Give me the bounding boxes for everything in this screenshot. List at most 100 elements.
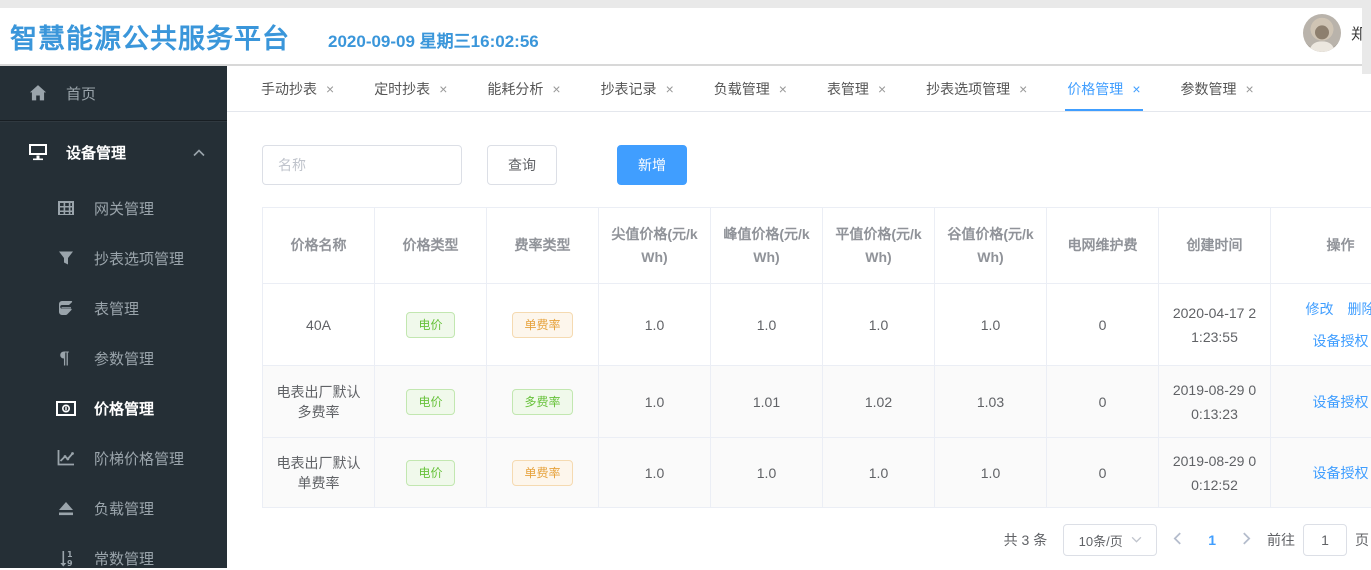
tab-能耗分析[interactable]: 能耗分析 × [467,66,580,111]
cell-created-time: 2020-04-17 21:23:55 [1158,283,1271,366]
tab-label: 手动抄表 [261,80,317,97]
goto-page: 前往 页 [1267,524,1369,556]
price-table: 价格名称 价格类型 费率类型 尖值价格(元/kWh) 峰值价格(元/kWh) 平值价格(元… [262,207,1371,508]
column-header: 尖值价格(元/kWh) [598,207,711,284]
grid-icon [56,198,76,218]
action-link-设备授权[interactable]: 设备授权 [1313,460,1369,486]
tab-手动抄表[interactable]: 手动抄表 × [241,66,354,111]
table-row: 电表出厂默认单费率 电价 单费率 1.0 1.0 1.0 1.0 0 2019-08-29 00… [262,437,1371,508]
tab-label: 负载管理 [713,80,770,97]
app-header: 智慧能源公共服务平台 2020-09-09 星期三16:02:56 郑 [0,8,1371,74]
tab-抄表选项管理[interactable]: 抄表选项管理 × [906,66,1047,111]
action-link-设备授权[interactable]: 设备授权 [1313,389,1369,415]
sidebar-item-label: 阶梯价格管理 [94,450,185,468]
cell-actions: 设备授权 [1270,437,1371,508]
sidebar-item-label: 价格管理 [94,400,155,418]
price-management-panel: 查询 新增 价格名称价格类型费率类型尖值价格(元/kWh)峰值价格(元/kWh)… [227,112,1371,556]
page-size-select[interactable]: 10条/页 [1063,524,1158,556]
cell-flat-price: 1.0 [822,437,935,508]
sidebar-item-home[interactable]: 首页 [0,66,227,121]
tab-close-icon[interactable]: × [878,81,886,97]
tab-close-icon[interactable]: × [1132,81,1140,97]
sort-numeric-icon: 19 [56,548,76,568]
column-header: 价格名称 [262,207,375,284]
column-header: 峰值价格(元/kWh) [710,207,823,284]
tag-电价: 电价 [406,459,455,486]
tab-close-icon[interactable]: × [326,81,334,97]
prev-page-button[interactable] [1173,531,1182,549]
tab-close-icon[interactable]: × [666,81,674,97]
sidebar-item[interactable]: 1 9 常数管理 [0,533,227,568]
query-button[interactable]: 查询 [487,145,557,185]
next-page-button[interactable] [1242,531,1251,549]
tab-负载管理[interactable]: 负载管理 × [694,66,807,111]
tab-label: 价格管理 [1067,80,1124,97]
sidebar-item[interactable]: 阶梯价格管理 [0,433,227,483]
avatar[interactable] [1303,14,1341,52]
column-header: 操作 [1270,207,1371,284]
cell-price-name: 40A [262,283,375,366]
table-header-row: 价格名称 价格类型 费率类型 尖值价格(元/kWh) 峰值价格(元/kWh) 平值价格(元… [262,207,1371,284]
cell-price-name: 电表出厂默认单费率 [262,437,375,508]
cell-peak-price: 1.01 [710,365,823,438]
line-chart-icon [56,448,76,468]
sidebar-item[interactable]: 表管理 [0,283,227,333]
tab-close-icon[interactable]: × [552,81,560,97]
table-row: 40A 电价 单费率 1.0 1.0 1.0 1.0 0 2020-04-17 21:23:55… [262,283,1371,366]
column-header: 创建时间 [1158,207,1271,284]
sidebar-item-label: 首页 [66,85,97,103]
goto-label: 前往 [1267,532,1295,548]
sidebar-item[interactable]: ¶ 参数管理 [0,333,227,383]
cell-flat-price: 1.0 [822,283,935,366]
column-header: 平值价格(元/kWh) [822,207,935,284]
cell-rate-type: 单费率 [486,437,599,508]
tab-close-icon[interactable]: × [439,81,447,97]
page-number[interactable]: 1 [1208,532,1216,548]
action-link-修改[interactable]: 修改 [1306,296,1334,322]
tab-价格管理[interactable]: 价格管理 × [1047,66,1160,111]
cell-valley-price: 1.0 [934,437,1047,508]
tab-close-icon[interactable]: × [1246,81,1254,97]
tab-close-icon[interactable]: × [779,81,787,97]
cell-sharp-price: 1.0 [598,365,711,438]
tab-抄表记录[interactable]: 抄表记录 × [581,66,694,111]
tab-label: 表管理 [826,80,869,97]
toolbar: 查询 新增 [262,145,1371,185]
action-link-设备授权[interactable]: 设备授权 [1313,328,1369,354]
sidebar-submenu: 网关管理抄表选项管理表管理 ¶ 参数管理价格管理阶梯价格管理负载管理 1 9 常数管理 [0,183,227,568]
cell-sharp-price: 1.0 [598,437,711,508]
sidebar-item[interactable]: 抄表选项管理 [0,233,227,283]
sidebar-item-label: 网关管理 [94,200,155,218]
tag-电价: 电价 [406,388,455,415]
goto-page-input[interactable] [1303,524,1347,556]
cell-grid-fee: 0 [1046,365,1159,438]
action-link-删除[interactable]: 删除 [1348,296,1371,322]
tab-close-icon[interactable]: × [1019,81,1027,97]
book-icon [56,298,76,318]
tag-多费率: 多费率 [512,388,573,415]
tag-单费率: 单费率 [512,459,573,486]
monitor-icon [28,142,48,162]
tab-表管理[interactable]: 表管理 × [807,66,906,111]
search-input[interactable] [262,145,462,185]
cell-actions: 设备授权 [1270,365,1371,438]
tab-参数管理[interactable]: 参数管理 × [1161,66,1274,111]
cell-peak-price: 1.0 [710,283,823,366]
sidebar-group-device-management[interactable]: 设备管理 [0,121,227,183]
cell-grid-fee: 0 [1046,283,1159,366]
sidebar-item[interactable]: 负载管理 [0,483,227,533]
tab-label: 能耗分析 [487,80,544,97]
eject-icon [56,498,76,518]
column-header: 谷值价格(元/kWh) [934,207,1047,284]
tab-label: 抄表选项管理 [926,80,1011,97]
tab-bar: 手动抄表 × 定时抄表 × 能耗分析 × 抄表记录 × 负载管理 × 表管理 × 抄表选项管理 × 价格管理… [227,66,1371,112]
tab-定时抄表[interactable]: 定时抄表 × [354,66,467,111]
sidebar-item[interactable]: 网关管理 [0,183,227,233]
sidebar-item-label: 常数管理 [94,550,155,568]
pagination: 共 3 条 10条/页 1 前往 1 页 [262,524,1371,556]
add-button[interactable]: 新增 [617,145,687,185]
pager: 1 [1173,531,1251,549]
user-menu[interactable]: 郑 [1303,14,1369,52]
sidebar-item[interactable]: 价格管理 [0,383,227,433]
sidebar-item-label: 表管理 [94,300,140,318]
